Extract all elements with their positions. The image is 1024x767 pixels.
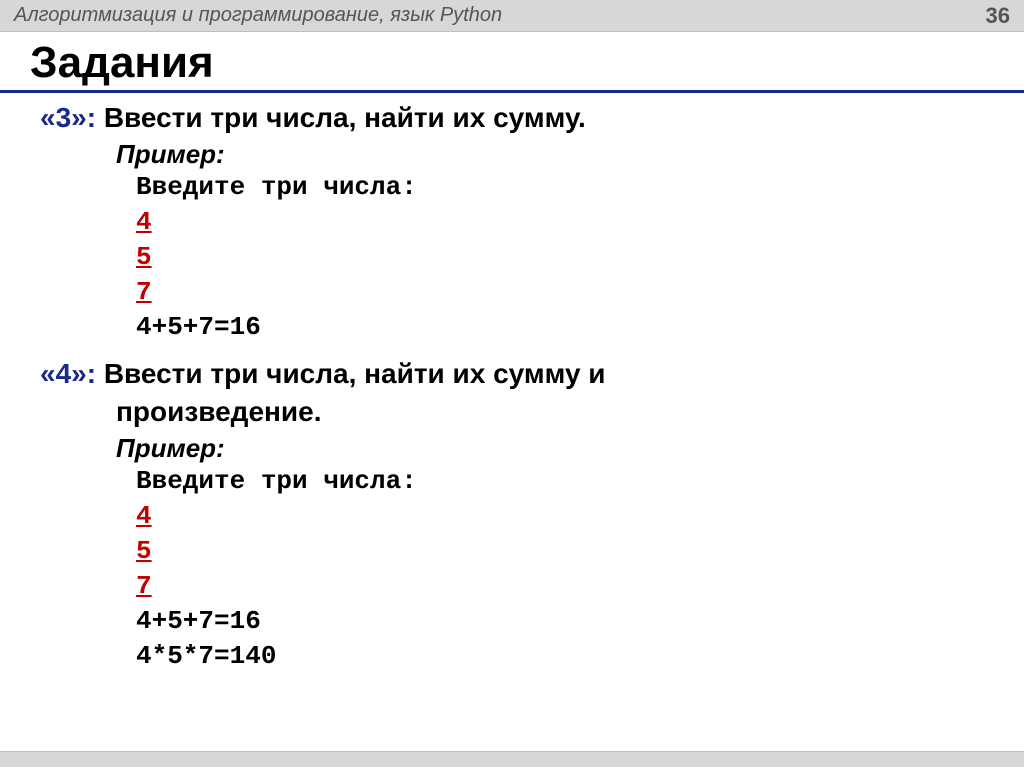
- code-line: 4+5+7=16: [136, 604, 1024, 639]
- code-line: Введите три числа:: [136, 170, 1024, 205]
- code-line: 7: [136, 569, 1024, 604]
- task-block: «3»: Ввести три числа, найти их сумму. П…: [0, 99, 1024, 355]
- slide-footer: [0, 751, 1024, 767]
- code-line: 4*5*7=140: [136, 639, 1024, 674]
- code-line: 4: [136, 205, 1024, 240]
- task-text: Ввести три числа, найти их сумму и: [104, 358, 606, 389]
- page-title: Задания: [0, 38, 1024, 93]
- example-label: Пример:: [40, 139, 1024, 170]
- task-grade: «4»:: [40, 358, 96, 389]
- code-block: Введите три числа: 4 5 7 4+5+7=16 4*5*7=…: [40, 464, 1024, 675]
- example-label: Пример:: [40, 433, 1024, 464]
- task-text: произведение.: [40, 393, 322, 431]
- code-line: Введите три числа:: [136, 464, 1024, 499]
- slide-page: Алгоритмизация и программирование, язык …: [0, 0, 1024, 767]
- code-line: 5: [136, 534, 1024, 569]
- code-block: Введите три числа: 4 5 7 4+5+7=16: [40, 170, 1024, 345]
- task-text: Ввести три числа, найти их сумму.: [104, 102, 586, 133]
- task-heading: «4»: Ввести три числа, найти их сумму и: [40, 355, 1024, 393]
- slide-header-title: Алгоритмизация и программирование, язык …: [14, 4, 502, 27]
- code-line: 4+5+7=16: [136, 310, 1024, 345]
- task-heading-cont: произведение.: [40, 393, 1024, 431]
- task-heading: «3»: Ввести три числа, найти их сумму.: [40, 99, 1024, 137]
- slide-content: Задания «3»: Ввести три числа, найти их …: [0, 32, 1024, 751]
- slide-number: 36: [986, 3, 1010, 29]
- task-grade: «3»:: [40, 102, 96, 133]
- code-line: 7: [136, 275, 1024, 310]
- code-line: 5: [136, 240, 1024, 275]
- task-block: «4»: Ввести три числа, найти их сумму и …: [0, 355, 1024, 684]
- slide-header: Алгоритмизация и программирование, язык …: [0, 0, 1024, 32]
- code-line: 4: [136, 499, 1024, 534]
